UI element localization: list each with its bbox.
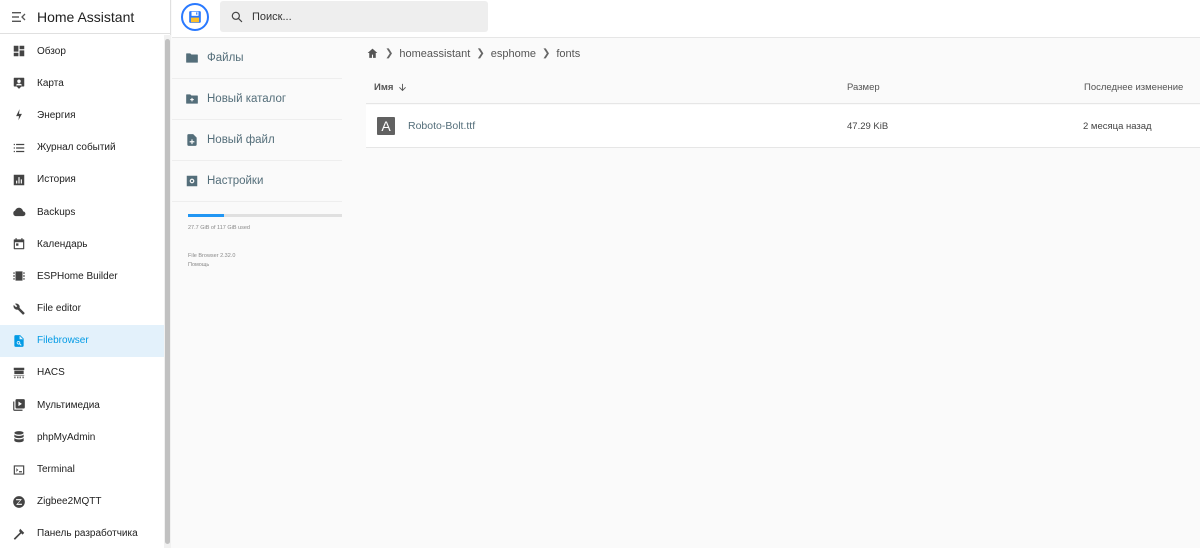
sidebar-item-energy[interactable]: Энергия [0, 99, 164, 131]
map-icon [0, 76, 37, 90]
ha-header: Home Assistant [0, 0, 170, 34]
file-modified: 2 месяца назад [1083, 121, 1152, 132]
settings-label: Настройки [207, 175, 264, 187]
settings-icon [186, 175, 198, 187]
esphome-icon [0, 269, 37, 283]
column-header-modified[interactable]: Последнее изменение [1084, 82, 1183, 93]
file-size: 47.29 KiB [847, 121, 889, 132]
sidebar-item-label: File editor [37, 303, 81, 315]
hammer-icon [0, 527, 37, 541]
sidebar-item-map[interactable]: Карта [0, 67, 164, 99]
sidebar-item-label: История [37, 174, 76, 186]
version-info: File Browser 2.32.0 Помощь [188, 252, 235, 270]
search-box[interactable] [220, 1, 488, 32]
sidebar-item-hacs[interactable]: HACS [0, 357, 164, 389]
breadcrumb-item[interactable]: fonts [556, 48, 580, 60]
chevron-right-icon: ❯ [385, 48, 394, 59]
sidebar-item-developer-tools[interactable]: Панель разработчика [0, 518, 164, 548]
new-folder-button[interactable]: Новый каталог [172, 79, 342, 120]
sidebar-item-filebrowser[interactable]: Filebrowser [0, 324, 164, 357]
sidebar-item-phpmyadmin[interactable]: phpMyAdmin [0, 421, 164, 453]
sidebar-item-label: Мультимедиа [37, 399, 100, 411]
home-icon[interactable] [366, 47, 379, 60]
chevron-right-icon: ❯ [476, 48, 485, 59]
sidebar-item-overview[interactable]: Обзор [0, 35, 164, 67]
sidebar-item-zigbee2mqtt[interactable]: Zigbee2MQTT [0, 486, 164, 518]
sidebar-item-file-editor[interactable]: File editor [0, 293, 164, 325]
search-icon [231, 11, 243, 22]
breadcrumb: ❯ homeassistant ❯ esphome ❯ fonts [366, 45, 580, 62]
sidebar-item-terminal[interactable]: Terminal [0, 453, 164, 485]
filebrowser-logo-icon[interactable] [181, 3, 209, 31]
calendar-icon [0, 237, 37, 251]
breadcrumb-item[interactable]: homeassistant [399, 48, 470, 60]
sidebar-item-label: Terminal [37, 464, 75, 476]
sidebar-item-label: Обзор [37, 45, 66, 57]
hacs-icon [0, 366, 37, 380]
sidebar-scrollbar-thumb[interactable] [165, 39, 170, 544]
sidebar-scrollbar[interactable] [164, 35, 171, 548]
search-input[interactable] [252, 10, 472, 23]
new-file-label: Новый файл [207, 134, 275, 146]
sidebar-item-label: Filebrowser [37, 335, 89, 347]
sidebar-item-label: Панель разработчика [37, 528, 138, 540]
app-title: Home Assistant [37, 8, 135, 25]
logbook-icon [0, 141, 37, 155]
sidebar-item-label: Backups [37, 206, 76, 218]
new-file-icon [187, 134, 197, 146]
sidebar-item-label: HACS [37, 367, 65, 379]
dashboard-icon [0, 44, 37, 58]
new-file-button[interactable]: Новый файл [172, 120, 342, 161]
sidebar-item-media[interactable]: Мультимедиа [0, 389, 164, 421]
wrench-icon [0, 302, 37, 316]
sidebar-item-calendar[interactable]: Календарь [0, 228, 164, 260]
settings-button[interactable]: Настройки [172, 161, 342, 202]
chevron-right-icon: ❯ [541, 48, 551, 59]
storage-progress-bar [188, 214, 342, 217]
list-header: Имя Размер Последнее изменение [366, 72, 1200, 104]
menu-toggle-icon[interactable] [0, 0, 37, 33]
storage-progress-fill [188, 214, 225, 217]
breadcrumb-item[interactable]: esphome [491, 48, 536, 60]
terminal-icon [0, 463, 37, 477]
sidebar-item-esphome[interactable]: ESPHome Builder [0, 260, 164, 292]
filebrowser-topbar [172, 0, 1200, 38]
ha-nav: Обзор Карта Энергия Журнал событий Истор… [0, 35, 164, 548]
file-row[interactable]: A Roboto-Bolt.ttf 47.29 KiB 2 месяца наз… [366, 105, 1200, 148]
sidebar-item-label: ESPHome Builder [37, 270, 118, 282]
sidebar-item-label: Календарь [37, 238, 88, 250]
new-folder-label: Новый каталог [207, 93, 287, 105]
energy-icon [0, 108, 37, 122]
media-icon [0, 398, 37, 412]
help-link[interactable]: Помощь [188, 261, 235, 270]
database-icon [0, 430, 37, 444]
column-header-name[interactable]: Имя [374, 82, 408, 93]
arrow-down-icon [399, 83, 407, 92]
filebrowser-sidebar: Файлы Новый каталог Новый файл Настройки… [172, 38, 356, 548]
version-text: File Browser 2.32.0 [188, 253, 236, 259]
sidebar-item-backups[interactable]: Backups [0, 196, 164, 228]
sidebar-item-label: Энергия [37, 109, 76, 121]
files-label: Файлы [207, 52, 244, 64]
folder-icon [186, 53, 198, 63]
files-button[interactable]: Файлы [172, 38, 342, 79]
zigbee-icon [0, 495, 37, 509]
cloud-icon [0, 205, 37, 219]
ha-sidebar: Home Assistant Обзор Карта Энергия Журна… [0, 0, 171, 548]
sidebar-item-label: Карта [37, 77, 64, 89]
sidebar-item-label: Zigbee2MQTT [37, 496, 102, 508]
storage-usage-text: 27.7 GiB of 117 GiB used [188, 225, 250, 231]
sidebar-item-label: Журнал событий [37, 142, 116, 154]
new-folder-icon [186, 94, 198, 104]
file-name: Roboto-Bolt.ttf [408, 120, 476, 132]
column-name-label: Имя [374, 82, 394, 93]
sidebar-item-history[interactable]: История [0, 164, 164, 196]
font-file-icon: A [377, 117, 395, 135]
column-header-size[interactable]: Размер [847, 82, 880, 93]
sidebar-item-label: phpMyAdmin [37, 431, 96, 443]
sidebar-item-logbook[interactable]: Журнал событий [0, 132, 164, 164]
history-icon [0, 173, 37, 187]
filebrowser-icon [0, 334, 37, 348]
